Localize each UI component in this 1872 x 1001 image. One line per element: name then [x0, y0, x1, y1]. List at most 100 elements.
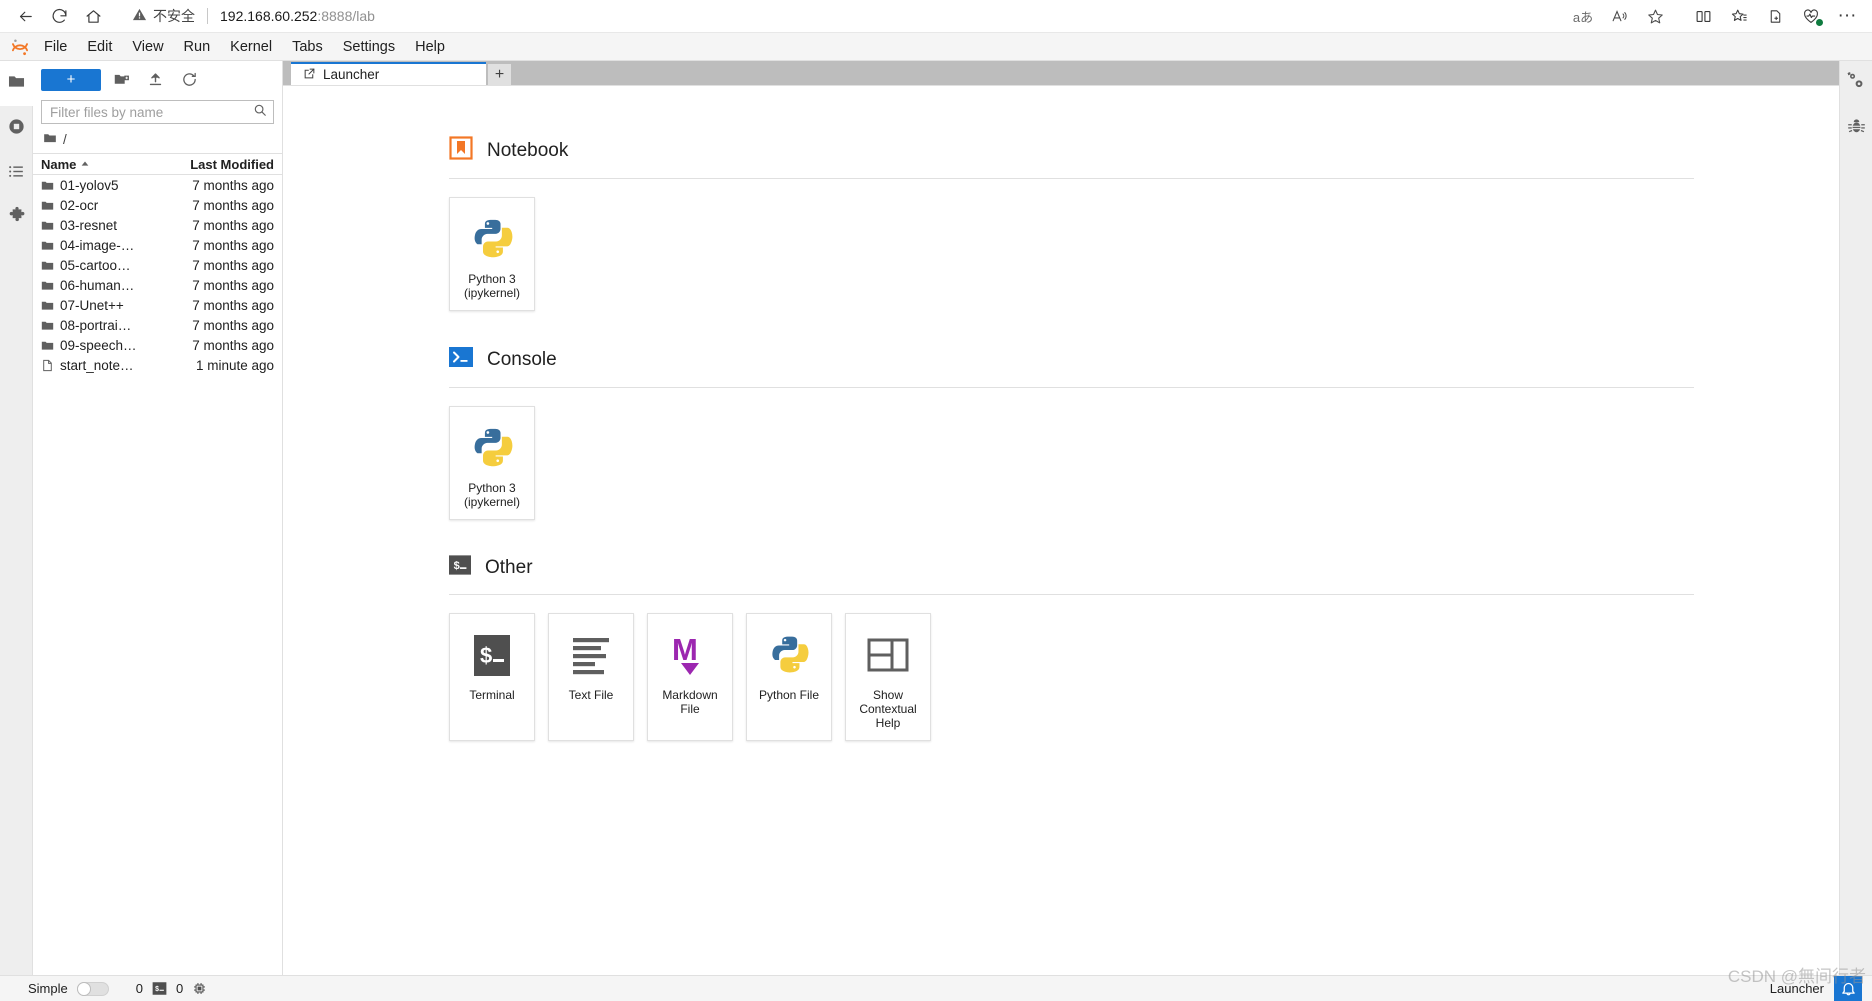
folder-icon	[41, 179, 54, 192]
launcher-card-markdown-file[interactable]: M Markdown File	[647, 613, 733, 741]
new-tab-button[interactable]: +	[488, 64, 511, 85]
search-input[interactable]	[48, 103, 253, 121]
omnibox-divider	[207, 8, 208, 24]
sidebar-item-running-terminals[interactable]	[0, 106, 33, 151]
tab-launcher[interactable]: Launcher	[291, 62, 486, 85]
terminal-sessions-count[interactable]: 0	[176, 981, 183, 996]
new-folder-icon[interactable]	[107, 68, 135, 92]
file-item-label: 06-human…	[60, 277, 135, 293]
filter-row	[33, 98, 282, 128]
folder-icon	[41, 219, 54, 232]
section-header-console: Console	[449, 345, 1839, 374]
status-bar-right: Launcher	[1769, 975, 1862, 1001]
kernel-sessions-count[interactable]: 0	[136, 981, 143, 996]
file-browser-toolbar: +	[33, 61, 282, 98]
file-list-item[interactable]: 02-ocr 7 months ago	[33, 195, 282, 215]
breadcrumb-path: /	[63, 132, 67, 147]
menu-view[interactable]: View	[122, 35, 173, 59]
section-divider	[449, 387, 1694, 388]
launcher-card-python3-console[interactable]: Python 3 (ipykernel)	[449, 406, 535, 520]
sidebar-item-property-inspector[interactable]	[1840, 61, 1872, 106]
puzzle-piece-icon	[7, 206, 27, 231]
launcher-section-notebook: Notebook Python 3 (ipykernel)	[283, 136, 1839, 311]
tab-bar: Launcher +	[283, 61, 1839, 85]
file-list-item[interactable]: 05-cartoo… 7 months ago	[33, 255, 282, 275]
file-list-item[interactable]: 09-speech… 7 months ago	[33, 335, 282, 355]
file-list-item[interactable]: 04-image-… 7 months ago	[33, 235, 282, 255]
breadcrumb[interactable]: /	[33, 128, 282, 153]
file-item-label: 07-Unet++	[60, 297, 124, 313]
sidebar-item-debugger[interactable]	[1840, 106, 1872, 151]
menu-edit[interactable]: Edit	[77, 35, 122, 59]
sidebar-item-file-browser[interactable]	[0, 61, 33, 106]
column-header-last-modified[interactable]: Last Modified	[187, 157, 282, 172]
file-list-item[interactable]: 08-portrai… 7 months ago	[33, 315, 282, 335]
upload-icon[interactable]	[141, 68, 169, 92]
svg-text:M: M	[672, 633, 698, 667]
launcher-card-contextual-help[interactable]: Show Contextual Help	[845, 613, 931, 741]
collections-icon[interactable]	[1722, 1, 1756, 31]
folder-icon	[41, 279, 54, 292]
launcher-card-python3-notebook[interactable]: Python 3 (ipykernel)	[449, 197, 535, 311]
launcher-card-python-file[interactable]: Python File	[746, 613, 832, 741]
bell-icon[interactable]	[1834, 975, 1862, 1001]
filter-box[interactable]	[41, 100, 274, 124]
translate-icon[interactable]: aあ	[1566, 1, 1600, 31]
file-item-modified: 7 months ago	[192, 217, 274, 233]
file-item-modified: 7 months ago	[192, 257, 274, 273]
new-launcher-button[interactable]: +	[41, 68, 101, 91]
right-activity-bar	[1839, 61, 1872, 975]
refresh-icon[interactable]	[175, 68, 203, 92]
simple-mode-toggle[interactable]	[76, 981, 109, 996]
file-item-name-cell: 07-Unet++	[41, 298, 187, 313]
add-to-collection-icon[interactable]	[1758, 1, 1792, 31]
tab-label: Launcher	[323, 67, 380, 82]
menu-kernel[interactable]: Kernel	[220, 35, 282, 59]
column-header-name[interactable]: Name	[41, 157, 187, 172]
sidebar-item-extension-manager[interactable]	[0, 196, 33, 241]
file-list-item[interactable]: 03-resnet 7 months ago	[33, 215, 282, 235]
menu-tabs[interactable]: Tabs	[282, 35, 333, 59]
cpu-chip-icon[interactable]	[192, 981, 207, 996]
menu-help[interactable]: Help	[405, 35, 455, 59]
settings-more-icon[interactable]: ···	[1830, 1, 1864, 31]
address-bar[interactable]: 不安全 192.168.60.252:8888/lab	[120, 2, 1566, 30]
home-button[interactable]	[76, 1, 110, 31]
menu-settings[interactable]: Settings	[333, 35, 405, 59]
favorites-star-icon[interactable]	[1638, 1, 1672, 31]
launcher-card-text-file[interactable]: Text File	[548, 613, 634, 741]
markdown-file-icon: M	[669, 630, 711, 680]
launcher-card-terminal[interactable]: $ Terminal	[449, 613, 535, 741]
file-list-item[interactable]: start_note… 1 minute ago	[33, 355, 282, 375]
status-bar: Simple 0 $ 0 Launcher CSDN @無间行者	[0, 967, 1872, 1001]
browser-essentials-icon[interactable]	[1794, 1, 1828, 31]
back-button[interactable]	[8, 1, 42, 31]
file-list-item[interactable]: 07-Unet++ 7 months ago	[33, 295, 282, 315]
folder-icon	[43, 131, 57, 148]
file-list-item[interactable]: 01-yolov5 7 months ago	[33, 175, 282, 195]
menu-run[interactable]: Run	[174, 35, 221, 59]
search-icon[interactable]	[253, 103, 267, 122]
reload-button[interactable]	[42, 1, 76, 31]
column-name-label: Name	[41, 156, 77, 172]
section-title: Notebook	[487, 139, 569, 161]
file-item-modified: 7 months ago	[192, 237, 274, 253]
menu-file[interactable]: File	[34, 35, 77, 59]
file-item-name-cell: 02-ocr	[41, 198, 187, 213]
card-label: Markdown File	[662, 688, 718, 716]
split-screen-icon[interactable]	[1686, 1, 1720, 31]
running-terminals-icon	[7, 117, 26, 141]
file-item-label: start_note…	[60, 357, 134, 373]
folder-icon	[41, 339, 54, 352]
simple-mode-label: Simple	[28, 981, 68, 996]
file-list-item[interactable]: 06-human… 7 months ago	[33, 275, 282, 295]
read-aloud-icon[interactable]	[1602, 1, 1636, 31]
terminal-dollar-icon[interactable]: $	[152, 981, 167, 996]
file-browser-panel: + /	[33, 61, 283, 975]
active-document-label: Launcher	[1769, 981, 1824, 996]
launcher-scrollbar[interactable]	[1826, 86, 1839, 975]
file-item-modified: 7 months ago	[192, 277, 274, 293]
file-item-name-cell: start_note…	[41, 358, 187, 373]
sidebar-item-table-of-contents[interactable]	[0, 151, 33, 196]
notebook-card-row: Python 3 (ipykernel)	[449, 197, 1839, 311]
